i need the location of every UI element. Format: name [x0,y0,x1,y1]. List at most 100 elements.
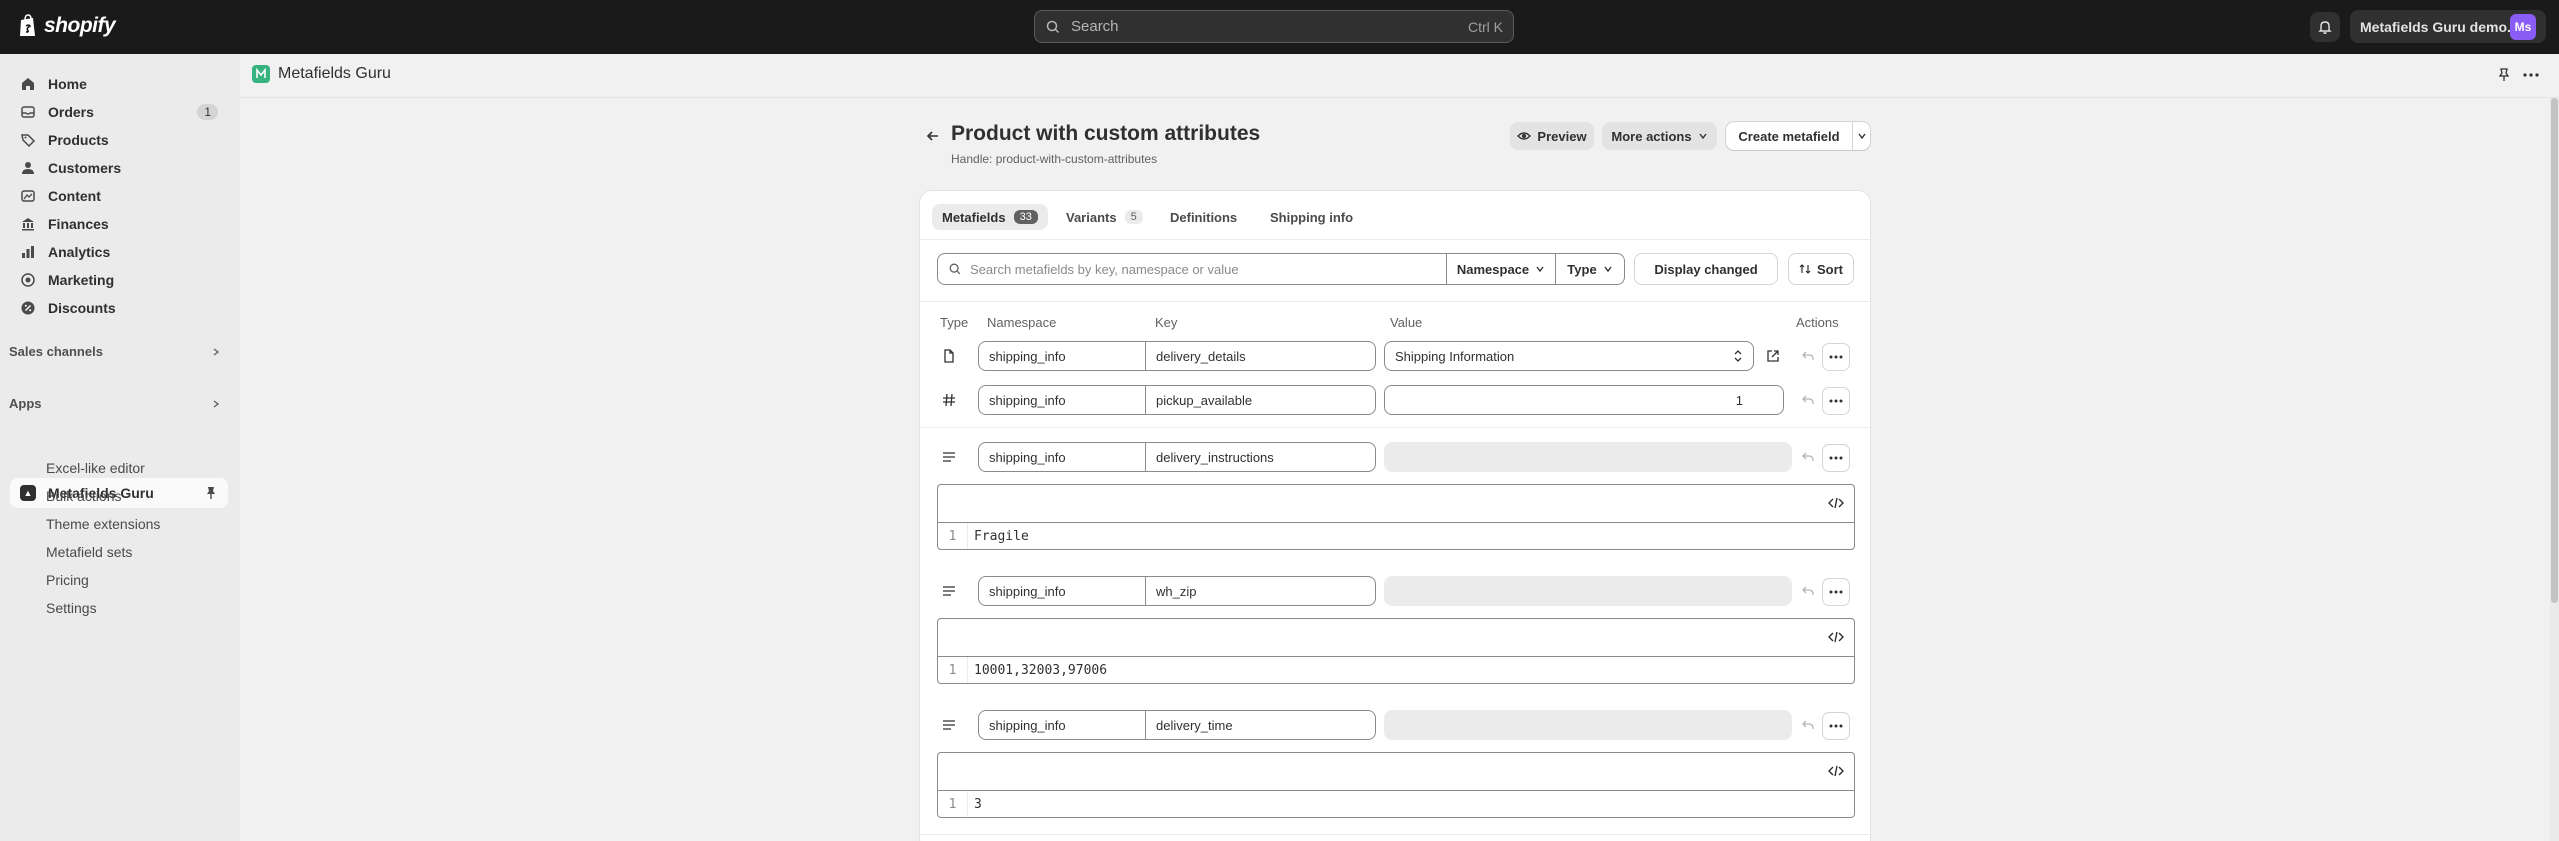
code-editor[interactable]: 1 3 [937,752,1855,818]
filter-label: Namespace [1456,261,1530,277]
page-scrollbar[interactable] [2550,98,2559,841]
pin-icon[interactable] [2496,67,2512,83]
sidebar-item-orders[interactable]: Orders 1 [10,98,228,126]
sidebar-item-discounts[interactable]: Discounts [10,294,228,322]
sales-channels-section[interactable]: Sales channels [9,344,221,359]
create-options-button[interactable] [1853,122,1870,150]
apps-section[interactable]: Apps [9,396,221,411]
button-label: Display changed [1654,261,1758,277]
open-external-button[interactable] [1757,341,1789,371]
global-search[interactable]: Search Ctrl K [1034,10,1514,43]
namespace-input[interactable]: shipping_info [978,341,1146,371]
sidebar-item-label: Products [48,132,109,148]
sidebar: Home Orders 1 Products Customers Content… [0,54,240,841]
sidebar-sub-theme-extensions[interactable]: Theme extensions [46,516,160,532]
row-actions-button[interactable] [1823,579,1849,605]
create-metafield-button[interactable]: Create metafield [1726,122,1852,150]
metafield-search-input[interactable]: Search metafields by key, namespace or v… [937,253,1447,285]
namespace-input[interactable]: shipping_info [978,576,1146,606]
key-input[interactable]: pickup_available [1145,385,1376,415]
sort-button[interactable]: Sort [1788,253,1854,285]
namespace-input[interactable]: shipping_info [978,442,1146,472]
tab-definitions[interactable]: Definitions [1160,204,1247,230]
notifications-button[interactable] [2310,12,2340,42]
type-filter-button[interactable]: Type [1555,253,1625,285]
sidebar-item-finances[interactable]: Finances [10,210,228,238]
tab-count-badge: 5 [1124,210,1143,224]
chevron-down-icon [1604,266,1612,273]
more-actions-button[interactable]: More actions [1602,122,1717,150]
sidebar-item-content[interactable]: Content [10,182,228,210]
undo-button[interactable] [1796,579,1820,603]
tab-shipping-info[interactable]: Shipping info [1260,204,1363,230]
undo-icon [1802,720,1814,729]
pin-icon[interactable] [204,486,218,500]
arrow-left-icon [926,131,938,141]
sidebar-item-home[interactable]: Home [10,70,228,98]
code-icon[interactable] [1828,763,1844,779]
sidebar-item-customers[interactable]: Customers [10,154,228,182]
tab-variants[interactable]: Variants 5 [1056,204,1153,230]
editor-line-text[interactable]: 3 [968,797,982,812]
row-actions-button[interactable] [1823,445,1849,471]
row-actions-button[interactable] [1823,388,1849,414]
undo-button[interactable] [1796,388,1820,412]
code-editor[interactable]: 1 Fragile [937,484,1855,550]
section-label: Sales channels [9,344,103,359]
scrollbar-thumb[interactable] [2551,98,2558,603]
key-input[interactable]: wh_zip [1145,576,1376,606]
sidebar-item-label: Discounts [48,300,116,316]
sidebar-sub-excel-editor[interactable]: Excel-like editor [46,460,145,476]
namespace-filter-button[interactable]: Namespace [1446,253,1556,285]
namespace-input[interactable]: shipping_info [978,385,1146,415]
namespace-input[interactable]: shipping_info [978,710,1146,740]
undo-button[interactable] [1796,344,1820,368]
sidebar-sub-bulk-actions[interactable]: Bulk actions [46,488,121,504]
editor-line-text[interactable]: Fragile [968,529,1029,544]
more-horizontal-icon [1829,355,1843,359]
key-input[interactable]: delivery_details [1145,341,1376,371]
line-number: 1 [938,657,968,683]
display-changed-button[interactable]: Display changed [1634,253,1778,285]
preview-button[interactable]: Preview [1510,122,1594,150]
tab-label: Definitions [1170,209,1238,225]
more-horizontal-icon[interactable] [2522,67,2540,83]
external-link-icon [1767,350,1779,362]
undo-button[interactable] [1796,445,1820,469]
sidebar-sub-pricing[interactable]: Pricing [46,572,89,588]
chevron-down-icon [1536,266,1544,273]
marketing-icon [21,273,35,287]
tab-label: Variants [1066,209,1117,225]
row-actions-button[interactable] [1823,344,1849,370]
undo-button[interactable] [1796,713,1820,737]
editor-toolbar [938,753,1854,791]
code-icon[interactable] [1828,629,1844,645]
sidebar-item-marketing[interactable]: Marketing [10,266,228,294]
key-input[interactable]: delivery_instructions [1145,442,1376,472]
product-handle: Handle: product-with-custom-attributes [951,152,1158,166]
editor-line-text[interactable]: 10001,32003,97006 [968,663,1107,678]
shopify-logo[interactable]: shopify [18,14,116,38]
store-menu[interactable]: Metafields Guru demo... Ms [2350,10,2546,43]
editor-line: 1 Fragile [938,523,1854,549]
number-type-icon [938,389,960,411]
value-number-input[interactable]: 1 [1384,385,1784,415]
column-header-namespace: Namespace [987,315,1057,330]
brand-name: shopify [44,14,116,37]
code-icon[interactable] [1828,495,1844,511]
undo-icon [1802,395,1814,404]
more-horizontal-icon [1829,399,1843,403]
row-actions-button[interactable] [1823,713,1849,739]
search-icon [949,263,961,275]
sidebar-item-products[interactable]: Products [10,126,228,154]
sidebar-sub-settings[interactable]: Settings [46,600,97,616]
key-input[interactable]: delivery_time [1145,710,1376,740]
code-editor[interactable]: 1 10001,32003,97006 [937,618,1855,684]
column-header-key: Key [1155,315,1178,330]
tab-metafields[interactable]: Metafields 33 [932,204,1048,230]
sidebar-sub-metafield-sets[interactable]: Metafield sets [46,544,132,560]
value-select[interactable]: Shipping Information [1384,341,1754,371]
back-button[interactable] [921,124,945,148]
divider [920,427,1870,428]
sidebar-item-analytics[interactable]: Analytics [10,238,228,266]
